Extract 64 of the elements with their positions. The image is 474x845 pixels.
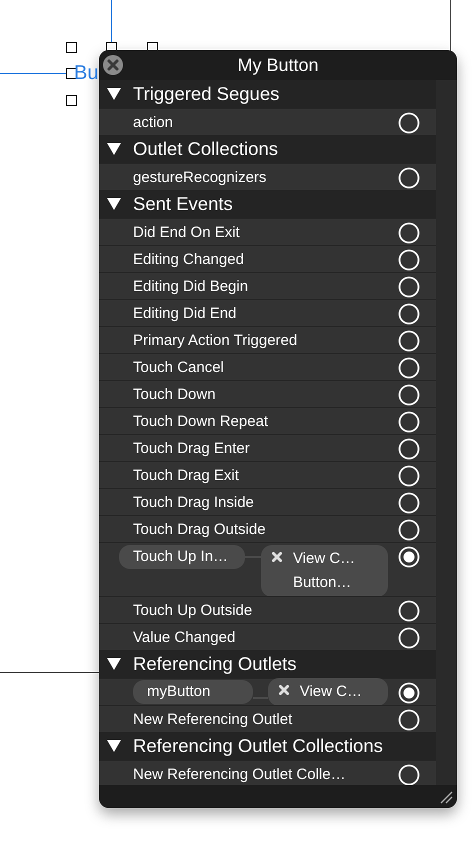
target-name: View C…	[300, 682, 362, 702]
connection-circle-icon[interactable]	[398, 546, 420, 568]
resize-grip-icon[interactable]	[439, 790, 453, 804]
event-label: Touch Drag Outside	[133, 520, 266, 538]
resize-handle[interactable]	[66, 95, 77, 106]
target-name: Button…	[292, 573, 352, 593]
connection-circle-icon[interactable]	[398, 465, 420, 487]
event-label: gestureRecognizers	[133, 168, 266, 186]
event-label: New Referencing Outlet	[133, 710, 292, 728]
event-label: Touch Drag Inside	[133, 494, 254, 510]
connection-source[interactable]: Touch Up In…	[119, 545, 246, 569]
event-label: New Referencing Outlet Colle…	[133, 766, 346, 782]
connection-circle-icon[interactable]	[398, 222, 420, 244]
event-label: Touch Drag Exit	[133, 466, 239, 484]
event-label: Touch Cancel	[133, 358, 224, 376]
connection-circle-icon[interactable]	[398, 764, 420, 786]
section-title: Outlet Collections	[133, 138, 278, 160]
connection-circle-icon[interactable]	[398, 627, 420, 649]
event-label: Editing Did Begin	[133, 278, 248, 294]
connection-circle-icon[interactable]	[398, 682, 420, 704]
disclosure-triangle-icon[interactable]	[107, 197, 121, 211]
event-label: Did End On Exit	[133, 224, 240, 240]
event-label: Primary Action Triggered	[133, 332, 298, 348]
remove-icon[interactable]	[270, 551, 283, 563]
event-label: Touch Down	[133, 386, 216, 402]
connection-circle-icon[interactable]	[398, 519, 420, 541]
connection-target[interactable]: View C… Button…	[260, 545, 388, 597]
disclosure-triangle-icon[interactable]	[107, 142, 121, 156]
connection-circle-icon[interactable]	[398, 411, 420, 433]
event-label: Editing Did End	[133, 304, 236, 322]
connection-circle-icon[interactable]	[398, 303, 420, 325]
connection-circle-icon[interactable]	[398, 600, 420, 622]
remove-icon[interactable]	[278, 684, 290, 696]
event-label: Touch Up Outside	[133, 602, 252, 618]
connection-circle-icon[interactable]	[398, 249, 420, 271]
section-title: Referencing Outlet Collections	[133, 735, 383, 757]
connection-circle-icon[interactable]	[398, 384, 420, 406]
disclosure-triangle-icon[interactable]	[107, 87, 121, 101]
connection-circle-icon[interactable]	[398, 330, 420, 352]
event-label: Value Changed	[133, 628, 236, 646]
view-border	[450, 0, 451, 52]
connection-circle-icon[interactable]	[398, 492, 420, 514]
disclosure-triangle-icon[interactable]	[107, 657, 121, 671]
connection-source[interactable]: myButton	[133, 680, 254, 704]
section-title: Triggered Segues	[133, 83, 280, 105]
disclosure-triangle-icon[interactable]	[107, 739, 121, 753]
connection-circle-icon[interactable]	[398, 167, 420, 189]
close-icon[interactable]	[103, 55, 123, 75]
connection-circle-icon[interactable]	[398, 357, 420, 379]
event-label: action	[133, 114, 174, 130]
event-label: Touch Drag Enter	[133, 440, 250, 456]
event-label: Editing Changed	[133, 250, 244, 268]
resize-handle[interactable]	[66, 68, 77, 79]
section-title: Sent Events	[133, 193, 233, 215]
connection-circle-icon[interactable]	[398, 709, 420, 731]
connection-circle-icon[interactable]	[398, 276, 420, 298]
event-label: Touch Down Repeat	[133, 412, 268, 430]
panel-title: My Button	[237, 54, 319, 76]
connection-target[interactable]: View C…	[268, 678, 388, 706]
target-name: View C…	[292, 549, 356, 569]
connection-circle-icon[interactable]	[398, 112, 420, 134]
resize-handle[interactable]	[66, 42, 77, 53]
connection-circle-icon[interactable]	[398, 438, 420, 460]
section-title: Referencing Outlets	[133, 653, 297, 675]
